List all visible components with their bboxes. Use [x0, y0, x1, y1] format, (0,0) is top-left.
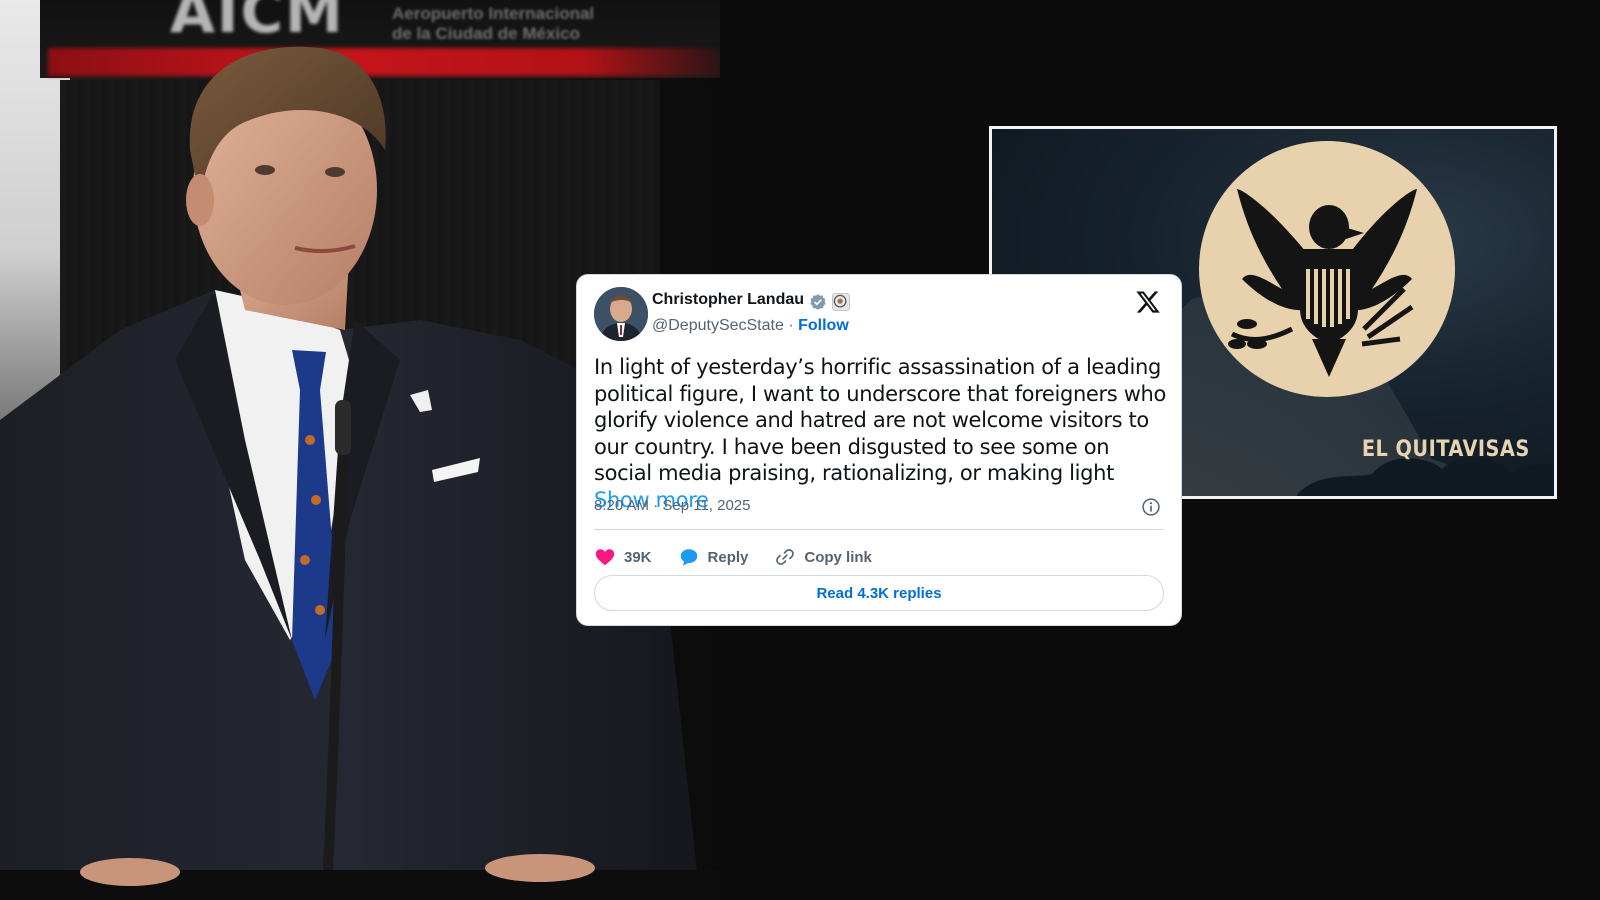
follow-button[interactable]: Follow — [798, 317, 849, 334]
speech-bubble-icon — [680, 549, 697, 566]
like-count: 39K — [624, 548, 652, 566]
tweet-timestamp[interactable]: 8:20 AM · Sep 11, 2025 — [594, 497, 751, 514]
separator-dot: · — [788, 317, 794, 334]
copy-link-button[interactable]: Copy link — [774, 546, 872, 568]
tweet-card[interactable]: Christopher Landau @DeputySecState · Fol… — [576, 274, 1182, 626]
tweet-text: In light of yesterday’s horrific assassi… — [594, 354, 1172, 514]
author-name[interactable]: Christopher Landau — [652, 291, 804, 309]
handle-row: @DeputySecState · Follow — [652, 317, 849, 335]
reply-button[interactable]: Reply — [678, 546, 749, 568]
divider — [594, 529, 1164, 530]
reply-label: Reply — [707, 548, 749, 566]
x-logo-icon[interactable] — [1135, 289, 1161, 315]
government-affiliation-icon — [832, 293, 850, 311]
avatar-icon — [594, 287, 648, 341]
heart-icon — [595, 549, 615, 566]
author-handle[interactable]: @DeputySecState — [652, 317, 784, 334]
action-bar: 39K Reply Copy link — [594, 543, 898, 571]
link-icon — [776, 549, 795, 565]
like-button[interactable]: 39K — [594, 546, 652, 568]
read-replies-button[interactable]: Read 4.3K replies — [594, 575, 1164, 611]
brand-label: EL QUITAVISAS — [1362, 437, 1530, 462]
verified-badge-icon — [810, 294, 826, 310]
author-avatar[interactable] — [594, 287, 648, 341]
info-icon[interactable] — [1141, 497, 1161, 517]
tweet-body-text: In light of yesterday’s horrific assassi… — [594, 355, 1166, 486]
copy-link-label: Copy link — [804, 548, 872, 566]
